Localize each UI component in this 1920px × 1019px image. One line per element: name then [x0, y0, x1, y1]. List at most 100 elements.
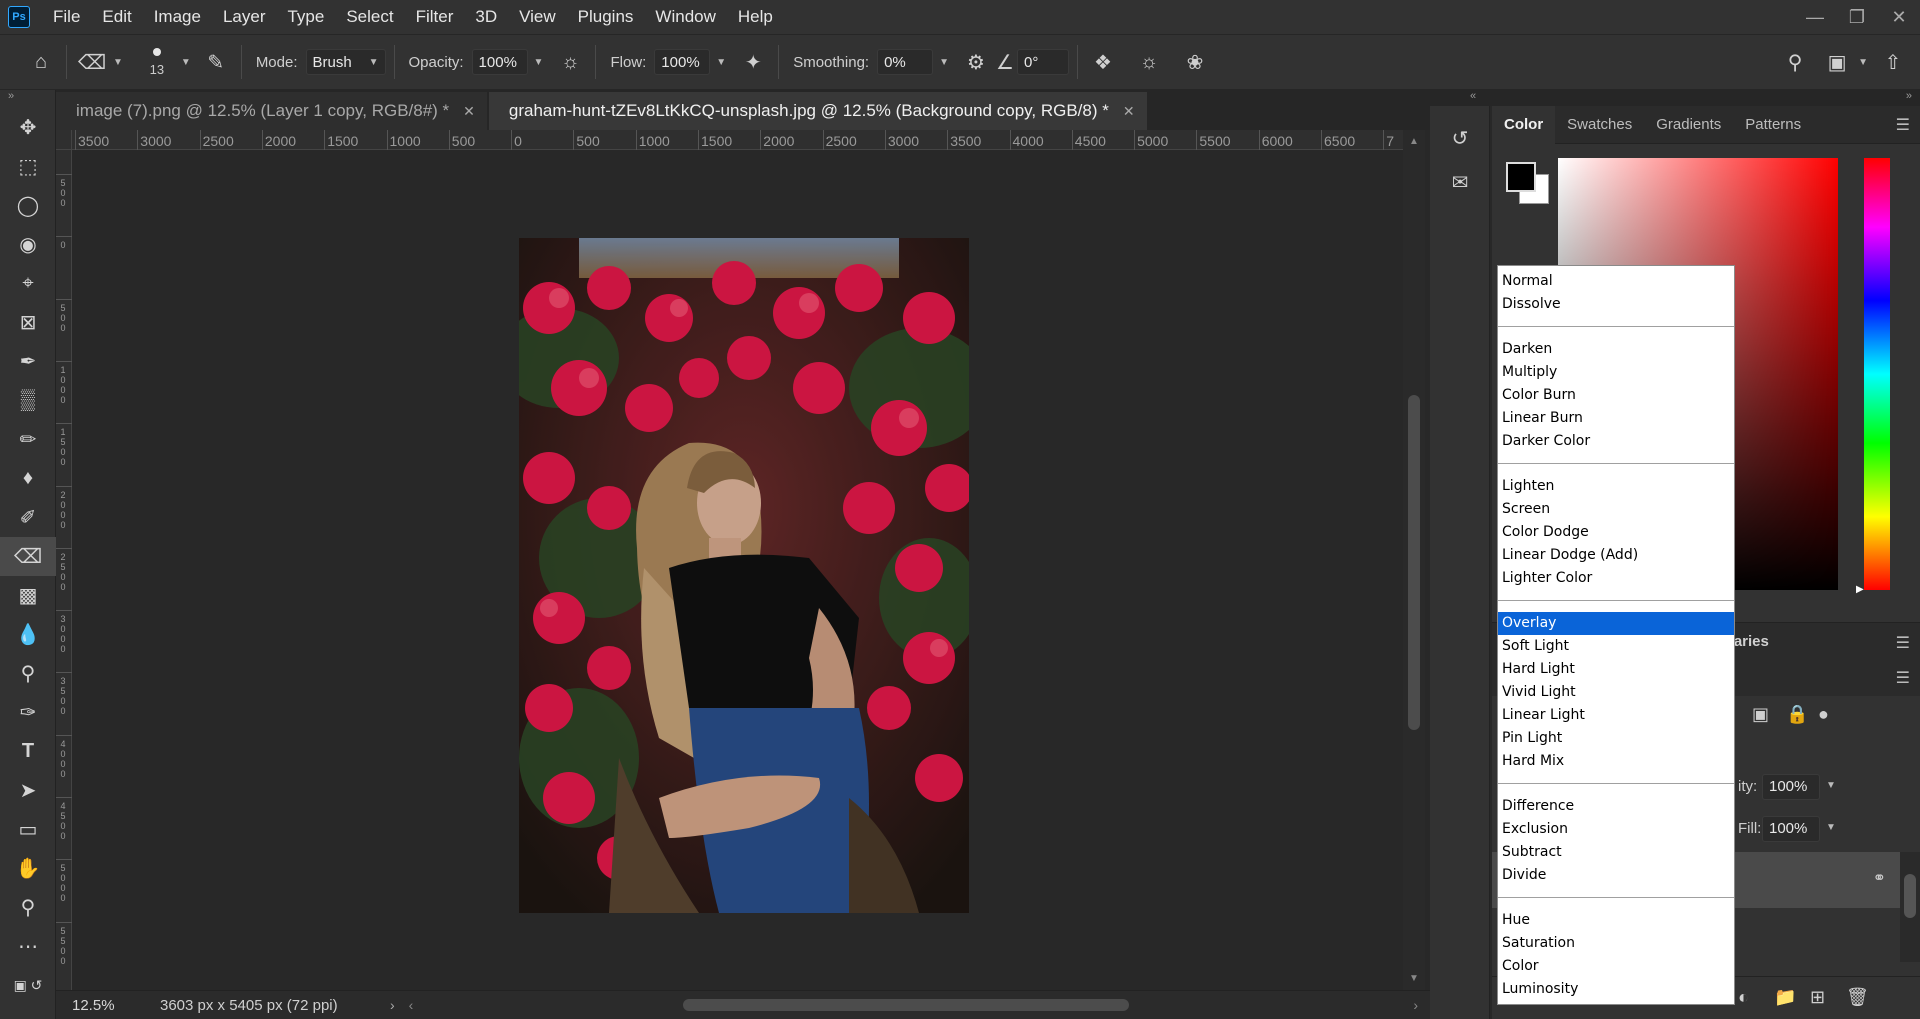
menu-item-view[interactable]: View — [508, 0, 567, 34]
more-tools-icon[interactable]: ⋯ — [0, 927, 56, 966]
blend-option[interactable]: Hue — [1498, 909, 1734, 932]
type-tool-icon[interactable]: T — [0, 732, 56, 771]
chevron-down-icon[interactable]: ▼ — [534, 57, 544, 68]
brush-settings-icon[interactable]: ✎ — [199, 45, 233, 79]
gradient-tool-icon[interactable]: ▩ — [0, 576, 56, 615]
search-icon[interactable]: ⚲ — [1778, 45, 1812, 79]
blend-option[interactable]: Saturation — [1498, 932, 1734, 955]
layer-opacity-input[interactable]: 100% — [1762, 774, 1820, 800]
blend-option-selected[interactable]: Overlay — [1498, 612, 1734, 635]
blend-option[interactable]: Darker Color — [1498, 430, 1734, 453]
frame-tool-icon[interactable]: ⊠ — [0, 303, 56, 342]
blend-option[interactable]: Multiply — [1498, 361, 1734, 384]
menu-item-image[interactable]: Image — [143, 0, 212, 34]
eraser-tool-icon[interactable]: ⌫ — [0, 537, 56, 576]
hue-slider-handle[interactable]: ▶ — [1856, 584, 1864, 595]
rectangle-tool-icon[interactable]: ▭ — [0, 810, 56, 849]
pressure-opacity-icon[interactable]: ☼ — [553, 45, 587, 79]
comments-icon[interactable]: ✉ — [1430, 160, 1490, 204]
move-tool-icon[interactable]: ✥ — [0, 108, 56, 147]
chevron-down-icon[interactable]: ▼ — [1826, 780, 1836, 791]
dodge-tool-icon[interactable]: ⚲ — [0, 654, 56, 693]
menu-item-edit[interactable]: Edit — [91, 0, 142, 34]
blend-option[interactable]: Hard Mix — [1498, 750, 1734, 773]
blend-option[interactable]: Linear Burn — [1498, 407, 1734, 430]
blend-option[interactable]: Luminosity — [1498, 978, 1734, 1001]
healing-brush-tool-icon[interactable]: ▒ — [0, 381, 56, 420]
gear-icon[interactable]: ⚙ — [959, 45, 993, 79]
blend-option[interactable]: Divide — [1498, 864, 1734, 887]
layer-fill-input[interactable]: 100% — [1762, 816, 1820, 842]
canvas[interactable] — [72, 150, 1412, 990]
layer-link-icon[interactable]: ⚭ — [1873, 868, 1886, 888]
angle-input[interactable]: 0° — [1017, 49, 1069, 75]
chevron-down-icon[interactable]: ▼ — [181, 57, 191, 68]
eyedropper-tool-icon[interactable]: ✒ — [0, 342, 56, 381]
menu-item-plugins[interactable]: Plugins — [567, 0, 645, 34]
symmetry-icon[interactable]: ❀ — [1178, 45, 1212, 79]
airbrush-icon[interactable]: ✦ — [736, 45, 770, 79]
minimize-icon[interactable]: — — [1794, 0, 1836, 34]
workspace-icon[interactable]: ▣ — [1820, 45, 1854, 79]
hand-tool-icon[interactable]: ✋ — [0, 849, 56, 888]
chevron-down-icon[interactable]: ▼ — [1409, 973, 1419, 984]
chevron-right-icon[interactable]: › — [1413, 997, 1418, 1013]
close-icon[interactable]: ✕ — [463, 103, 475, 120]
zoom-level[interactable]: 12.5% — [72, 997, 160, 1014]
chevron-up-icon[interactable]: ▲ — [1409, 136, 1419, 147]
blend-option[interactable]: Linear Dodge (Add) — [1498, 544, 1734, 567]
blend-option[interactable]: Color Dodge — [1498, 521, 1734, 544]
document-image[interactable] — [519, 238, 969, 913]
opacity-input[interactable]: 100% — [471, 49, 528, 75]
history-brush-tool-icon[interactable]: ✐ — [0, 498, 56, 537]
mode-select[interactable]: Brush ▼ — [305, 49, 386, 75]
adjustment-layer-icon[interactable]: ◐ — [1738, 987, 1749, 1008]
blend-option[interactable]: Dissolve — [1498, 293, 1734, 316]
chevron-down-icon[interactable]: ▼ — [1858, 57, 1868, 68]
vertical-scroll-thumb[interactable] — [1408, 395, 1420, 730]
blend-option[interactable]: Screen — [1498, 498, 1734, 521]
blend-option[interactable]: Linear Light — [1498, 704, 1734, 727]
tab-patterns[interactable]: Patterns — [1733, 106, 1813, 144]
tab-color[interactable]: Color — [1492, 105, 1556, 144]
blend-option[interactable]: Darken — [1498, 338, 1734, 361]
brush-tool-icon[interactable]: ✏ — [0, 420, 56, 459]
chevron-down-icon[interactable]: ▼ — [113, 57, 123, 68]
panel-menu-icon[interactable]: ☰ — [1896, 115, 1910, 135]
transform-lock-icon[interactable]: ▣ — [1752, 704, 1769, 725]
menu-item-layer[interactable]: Layer — [212, 0, 277, 34]
menu-item-window[interactable]: Window — [644, 0, 726, 34]
quick-selection-tool-icon[interactable]: ◉ — [0, 225, 56, 264]
lock-icon[interactable]: 🔒 — [1786, 704, 1808, 725]
zoom-tool-icon[interactable]: ⚲ — [0, 888, 56, 927]
close-icon[interactable]: ✕ — [1878, 0, 1920, 34]
menu-item-type[interactable]: Type — [276, 0, 335, 34]
blend-option[interactable]: Pin Light — [1498, 727, 1734, 750]
collapse-panels-icon[interactable]: « — [1470, 90, 1476, 102]
clone-stamp-tool-icon[interactable]: ♦ — [0, 459, 56, 498]
path-selection-tool-icon[interactable]: ➤ — [0, 771, 56, 810]
menu-item-file[interactable]: File — [42, 0, 91, 34]
blend-mode-dropdown[interactable]: Normal Dissolve Darken Multiply Color Bu… — [1497, 265, 1735, 1005]
lasso-tool-icon[interactable]: ◯ — [0, 186, 56, 225]
horizontal-scrollbar[interactable] — [423, 995, 1413, 1015]
crop-tool-icon[interactable]: ⌖ — [0, 264, 56, 303]
swap-colors-icon[interactable]: ▣ ↺ — [0, 966, 56, 1005]
blend-option[interactable]: Color Burn — [1498, 384, 1734, 407]
hue-slider[interactable] — [1864, 158, 1890, 590]
blend-option[interactable]: Vivid Light — [1498, 681, 1734, 704]
tab-swatches[interactable]: Swatches — [1555, 106, 1644, 144]
menu-item-filter[interactable]: Filter — [405, 0, 465, 34]
share-icon[interactable]: ⇧ — [1876, 45, 1910, 79]
chevron-down-icon[interactable]: ▼ — [1826, 822, 1836, 833]
document-tab-active[interactable]: graham-hunt-tZEv8LtKkCQ-unsplash.jpg @ 1… — [488, 92, 1147, 130]
blend-option[interactable]: Hard Light — [1498, 658, 1734, 681]
expand-panels-icon[interactable]: » — [1906, 90, 1912, 102]
eraser-tool-icon[interactable]: ⌫ — [75, 45, 109, 79]
document-info[interactable]: 3603 px x 5405 px (72 ppi) — [160, 997, 390, 1014]
blend-option[interactable]: Normal — [1498, 270, 1734, 293]
panel-menu-icon[interactable]: ☰ — [1896, 668, 1910, 688]
vertical-scrollbar[interactable]: ▲ ▼ — [1403, 130, 1425, 990]
layers-scroll-thumb[interactable] — [1904, 874, 1916, 918]
home-icon[interactable]: ⌂ — [24, 45, 58, 79]
